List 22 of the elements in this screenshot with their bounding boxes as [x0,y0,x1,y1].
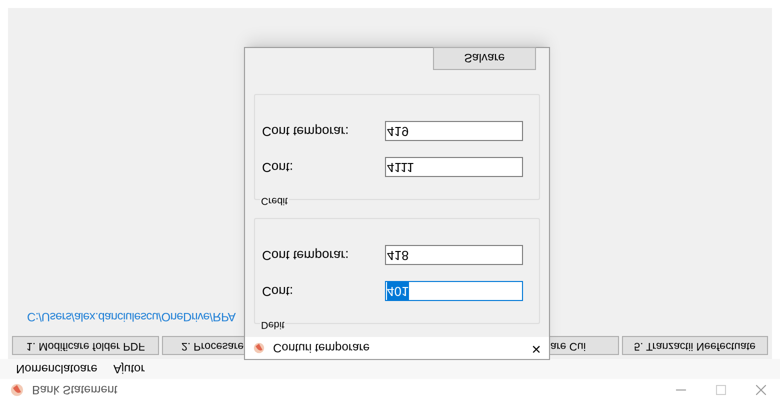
menu-item[interactable]: Ajutor [113,360,145,378]
toolbar-button[interactable]: 1. Modificare folder PDF [12,336,160,355]
group-label: Credit [260,195,289,205]
window-title: Bank Statement [32,382,118,399]
toolbar-button[interactable]: 5. Tranzactii Neefectuate [622,336,768,355]
input-field[interactable]: 419 [385,121,523,141]
input-field[interactable]: 418 [385,245,523,265]
field-label: Cont: [262,158,294,177]
app-icon [10,383,24,397]
close-icon[interactable] [756,385,766,395]
field-label: Cont temporar: [262,122,350,141]
input-field[interactable]: 401 [385,281,523,301]
input-field[interactable]: 4111 [385,157,523,177]
app-icon [253,342,265,354]
field-label: Cont: [262,282,294,301]
folder-path: C:/Users/alex.danciulescu/OneDrive/RPA [27,309,236,326]
menu-item[interactable]: Nomenclatoare [16,360,98,378]
group-label: Debit [260,319,286,329]
field-label: Cont temporar: [262,246,350,265]
maximize-icon[interactable] [716,385,726,395]
close-button[interactable]: × [532,340,541,356]
save-button[interactable]: Salvare [433,47,536,70]
